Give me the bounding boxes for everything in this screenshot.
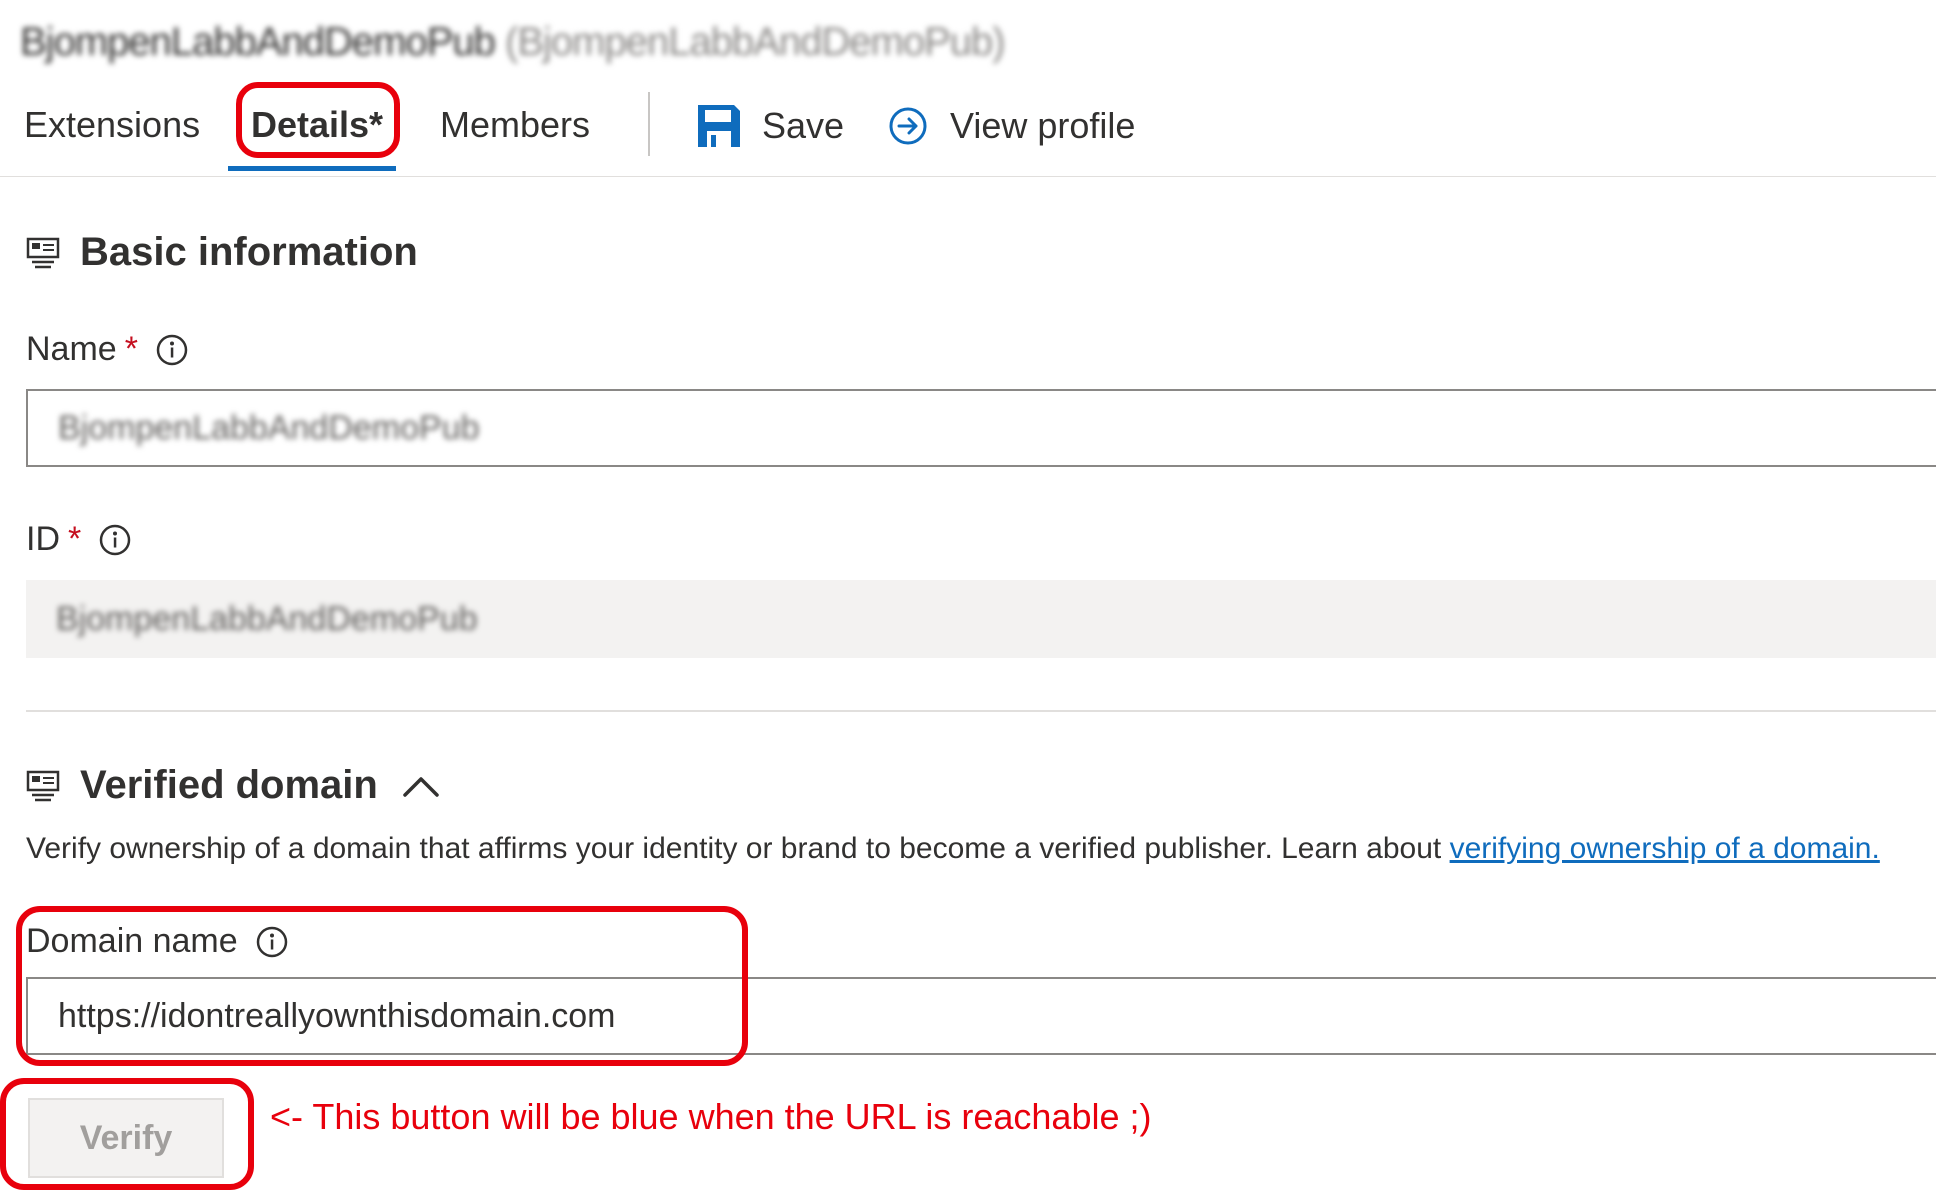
publisher-id: (BjompenLabbAndDemoPub)	[505, 20, 1006, 64]
verified-domain-heading: Verified domain	[26, 763, 440, 808]
learn-more-link[interactable]: verifying ownership of a domain.	[1450, 832, 1880, 865]
info-icon[interactable]	[99, 524, 131, 556]
info-icon[interactable]	[156, 334, 188, 366]
basic-info-title: Basic information	[80, 230, 418, 274]
save-label: Save	[762, 105, 845, 146]
basic-info-heading: Basic information	[26, 230, 418, 275]
verify-button-highlight	[0, 1078, 254, 1190]
tab-members[interactable]: Members	[440, 104, 590, 146]
chevron-up-icon[interactable]	[402, 774, 440, 798]
toolbar-divider	[648, 92, 650, 156]
arrow-circle-right-icon	[888, 106, 928, 146]
name-input-value: BjompenLabbAndDemoPub	[58, 408, 480, 447]
details-tab-highlight	[236, 82, 400, 158]
page-title: BjompenLabbAndDemoPub (BjompenLabbAndDem…	[20, 20, 1006, 65]
id-label: ID *	[26, 520, 131, 559]
annotation-note: <- This button will be blue when the URL…	[270, 1096, 1152, 1137]
header-divider	[0, 176, 1936, 177]
verified-domain-description: Verify ownership of a domain that affirm…	[26, 832, 1880, 866]
section-divider	[26, 710, 1936, 712]
save-button[interactable]: Save	[698, 96, 844, 156]
tab-extensions[interactable]: Extensions	[24, 104, 200, 146]
required-marker: *	[124, 330, 138, 368]
name-label-text: Name	[26, 330, 117, 368]
save-icon	[698, 105, 740, 147]
publisher-name: BjompenLabbAndDemoPub	[20, 20, 496, 64]
domain-field-highlight	[16, 906, 748, 1066]
id-input: BjompenLabbAndDemoPub	[26, 580, 1936, 658]
view-profile-button[interactable]: View profile	[888, 96, 1135, 156]
id-input-value: BjompenLabbAndDemoPub	[56, 599, 478, 638]
required-marker: *	[68, 520, 82, 558]
id-label-text: ID	[26, 520, 60, 558]
form-section-icon	[26, 769, 60, 803]
name-label: Name *	[26, 330, 188, 369]
name-input[interactable]: BjompenLabbAndDemoPub	[26, 389, 1936, 467]
form-section-icon	[26, 236, 60, 270]
description-text: Verify ownership of a domain that affirm…	[26, 832, 1450, 865]
active-tab-indicator	[228, 166, 396, 171]
verified-domain-title: Verified domain	[80, 763, 378, 807]
view-profile-label: View profile	[950, 105, 1136, 146]
